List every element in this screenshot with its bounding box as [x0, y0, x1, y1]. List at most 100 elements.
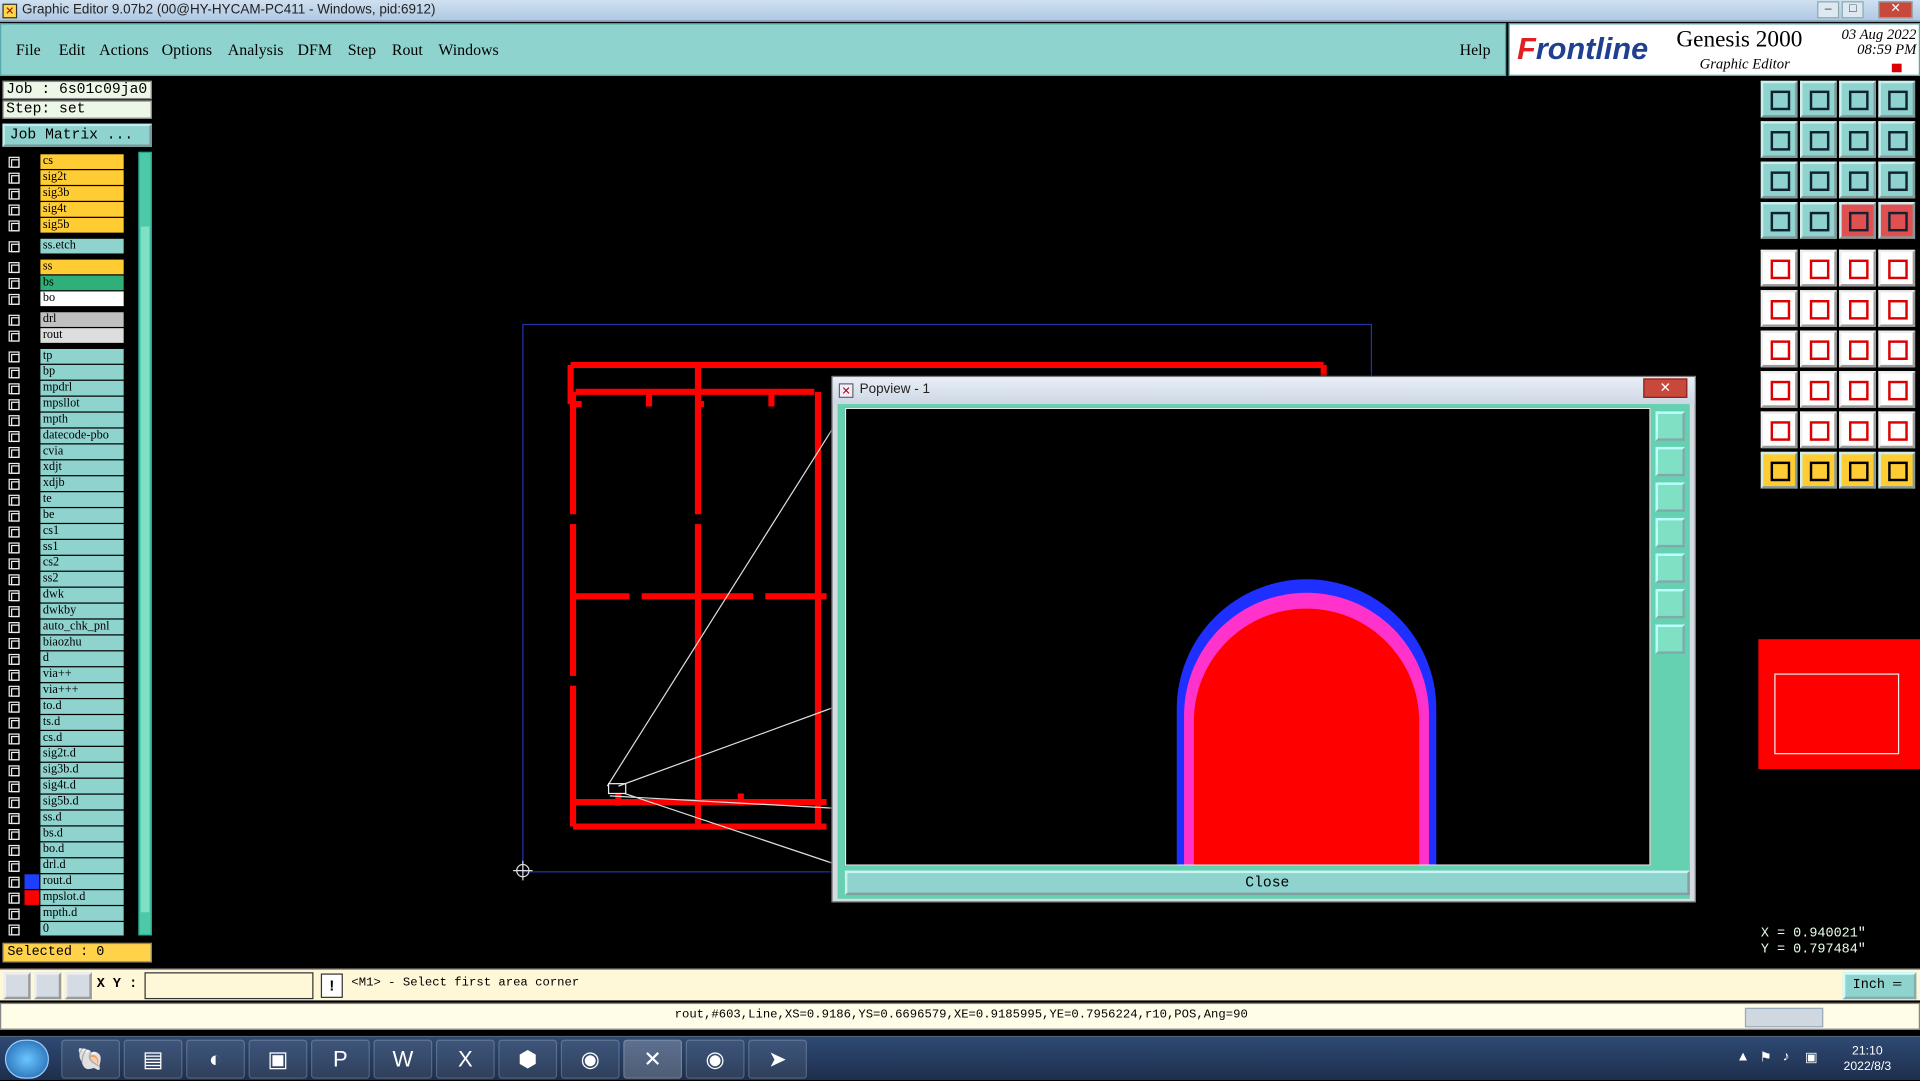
zoom-fit-icon[interactable] [1800, 161, 1837, 199]
layer-color-swatch[interactable] [24, 412, 40, 428]
layer-name[interactable]: dwk [40, 587, 124, 603]
alert-icon[interactable]: ! [320, 973, 343, 998]
layer-checkbox[interactable] [8, 446, 20, 458]
layer-checkbox[interactable] [8, 637, 20, 649]
layer-color-swatch[interactable] [24, 396, 40, 412]
delete-icon[interactable] [1800, 290, 1837, 327]
draw-line-icon[interactable] [1760, 330, 1798, 368]
layer-checkbox[interactable] [8, 462, 20, 474]
layer-checkbox[interactable] [8, 797, 20, 809]
layer-name[interactable]: 0 [40, 922, 124, 936]
layer-checkbox[interactable] [8, 220, 20, 232]
layer-color-swatch[interactable] [24, 587, 40, 603]
layer-row[interactable]: cs1 [2, 524, 137, 539]
layer-checkbox[interactable] [8, 526, 20, 538]
popview-title-bar[interactable]: ✕ Popview - 1 ✕ [832, 377, 1695, 405]
popview-close-x[interactable]: ✕ [1643, 378, 1688, 398]
add-pad-icon[interactable] [1760, 371, 1798, 408]
layer-checkbox[interactable] [8, 924, 20, 936]
layer-color-swatch[interactable] [24, 762, 40, 778]
layer-name[interactable]: to.d [40, 699, 124, 714]
layer-checkbox[interactable] [8, 733, 20, 745]
taskbar-eye-icon[interactable]: ◉ [560, 1039, 620, 1079]
layer-name[interactable]: d [40, 651, 124, 667]
minimize-button[interactable]: – [1817, 1, 1840, 19]
resize-icon[interactable] [1839, 371, 1876, 408]
layer-color-swatch[interactable] [24, 619, 40, 635]
layer-name[interactable]: biaozhu [40, 635, 124, 651]
layer-name[interactable]: bo [40, 291, 124, 307]
layer-row[interactable]: cs2 [2, 555, 137, 571]
layer-color-swatch[interactable] [24, 826, 40, 842]
layer-row[interactable]: dwk [2, 587, 137, 603]
layer-color-swatch[interactable] [24, 259, 40, 275]
layer-checkbox[interactable] [8, 431, 20, 443]
layer-checkbox[interactable] [8, 701, 20, 713]
layer-checkbox[interactable] [8, 860, 20, 872]
close-button[interactable]: ✕ [1878, 1, 1913, 19]
layer-checkbox[interactable] [8, 622, 20, 634]
layer-row[interactable]: be [2, 508, 137, 523]
menu-windows[interactable]: Windows [438, 40, 498, 60]
menu-help[interactable]: Help [1460, 40, 1491, 60]
layer-color-swatch[interactable] [24, 444, 40, 460]
layer-name[interactable]: sig3b.d [40, 762, 124, 778]
layer-row[interactable]: auto_chk_pnl [2, 619, 137, 635]
zoom-home-icon[interactable] [1760, 80, 1798, 118]
layer-name[interactable]: ss2 [40, 571, 124, 587]
layer-name[interactable]: ss.d [40, 810, 124, 826]
layer-color-swatch[interactable] [24, 275, 40, 291]
layer-name[interactable]: mpth [40, 412, 124, 428]
layer-name[interactable]: bs [40, 275, 124, 291]
connect-icon[interactable] [1760, 290, 1798, 327]
split-view-icon[interactable] [1878, 80, 1916, 118]
layer-color-swatch[interactable] [24, 238, 40, 254]
layer-color-swatch[interactable] [24, 794, 40, 810]
layer-name[interactable]: sig2t [40, 170, 124, 185]
layer-row[interactable]: sig3b [2, 186, 137, 201]
layer-checkbox[interactable] [8, 765, 20, 777]
layer-checkbox[interactable] [8, 351, 20, 363]
layer-color-swatch[interactable] [24, 364, 40, 380]
layer-name[interactable]: via++ [40, 667, 124, 683]
tray-flag-icon[interactable]: ⚑ [1760, 1049, 1772, 1066]
popview-pan-up-icon[interactable] [1655, 446, 1685, 477]
layer-checkbox[interactable] [8, 781, 20, 793]
layer-row[interactable]: dwkby [2, 603, 137, 619]
layer-name[interactable]: sig4t [40, 202, 124, 217]
layer-name[interactable]: datecode-pbo [40, 428, 124, 444]
layer-row[interactable]: sig2t.d [2, 746, 137, 762]
tray-network-icon[interactable]: ▣ [1805, 1049, 1818, 1066]
layer-color-swatch[interactable] [24, 217, 40, 233]
popview-pan-down-icon[interactable] [1655, 482, 1685, 512]
layer-checkbox[interactable] [8, 844, 20, 856]
layer-name[interactable]: sig5b [40, 217, 124, 233]
tray-volume-icon[interactable]: ♪ [1783, 1049, 1790, 1064]
rotate-icon[interactable] [1839, 330, 1876, 368]
layer-name[interactable]: sig3b [40, 186, 124, 201]
layer-name[interactable]: rout.d [40, 874, 124, 889]
layer-row[interactable]: datecode-pbo [2, 428, 137, 444]
layer-color-swatch[interactable] [24, 291, 40, 307]
layer-row[interactable]: biaozhu [2, 635, 137, 651]
layer-row[interactable]: d [2, 651, 137, 667]
layer-color-swatch[interactable] [24, 540, 40, 555]
overview-map[interactable] [1758, 639, 1920, 769]
layer-color-swatch[interactable] [24, 186, 40, 201]
pan-right-icon[interactable] [1800, 121, 1837, 158]
layer-name[interactable]: mpsllot [40, 396, 124, 412]
menu-step[interactable]: Step [348, 40, 376, 60]
layer-color-swatch[interactable] [24, 715, 40, 730]
layer-row[interactable]: ss [2, 259, 137, 275]
layer-checkbox[interactable] [8, 685, 20, 697]
popview-fit-icon[interactable] [1655, 588, 1685, 619]
layer-name[interactable]: cs.d [40, 731, 124, 746]
select-area-icon[interactable] [1800, 451, 1837, 489]
layer-name[interactable]: sig5b.d [40, 794, 124, 810]
layer-checkbox[interactable] [8, 749, 20, 761]
layer-color-swatch[interactable] [24, 460, 40, 476]
layer-name[interactable]: xdjb [40, 476, 124, 492]
layer-row[interactable]: sig4t [2, 202, 137, 217]
layer-row[interactable]: ss.etch [2, 238, 137, 254]
measure-mode-icon[interactable] [34, 972, 62, 1000]
